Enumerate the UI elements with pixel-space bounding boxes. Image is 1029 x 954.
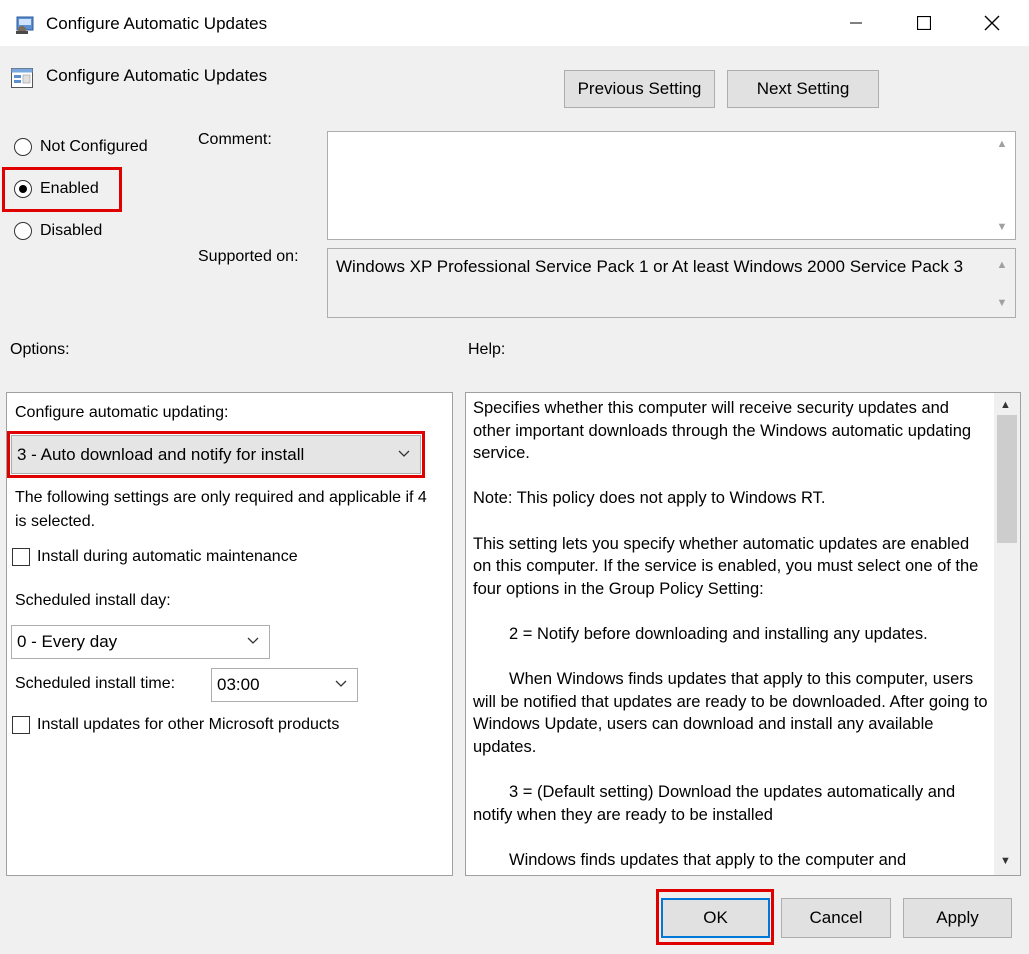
radio-enabled-label: Enabled xyxy=(40,180,99,197)
scroll-up-icon[interactable]: ▲ xyxy=(995,138,1009,150)
policy-app-icon xyxy=(14,12,38,36)
install-during-maintenance-box[interactable] xyxy=(12,548,30,566)
comment-textbox[interactable]: ▲ ▼ xyxy=(327,131,1016,240)
radio-disabled-label: Disabled xyxy=(40,222,103,239)
scroll-down-icon[interactable]: ▼ xyxy=(1000,855,1011,867)
help-scrollbar[interactable]: ▲ ▼ xyxy=(994,393,1020,875)
install-day-dropdown[interactable]: 0 - Every day xyxy=(11,625,270,659)
supported-on-label: Supported on: xyxy=(198,248,299,265)
install-during-maintenance-checkbox[interactable]: Install during automatic maintenance xyxy=(12,548,298,566)
help-paragraph: When Windows finds updates that apply to… xyxy=(473,670,988,756)
radio-not-configured-circle[interactable] xyxy=(14,138,32,156)
radio-not-configured-label: Not Configured xyxy=(40,138,148,155)
help-paragraph: Windows finds updates that apply to the … xyxy=(509,850,907,869)
settings-note: The following settings are only required… xyxy=(15,489,427,530)
help-panel: Specifies whether this computer will rec… xyxy=(465,392,1021,876)
configure-updating-dropdown[interactable]: 3 - Auto download and notify for install xyxy=(11,435,421,474)
radio-not-configured[interactable]: Not Configured xyxy=(14,138,148,156)
install-day-value: 0 - Every day xyxy=(17,632,118,651)
install-during-maintenance-label: Install during automatic maintenance xyxy=(37,548,298,565)
ok-button[interactable]: OK xyxy=(661,898,770,938)
chevron-down-icon xyxy=(335,680,347,687)
supported-on-scrollbar[interactable]: ▲ ▼ xyxy=(995,249,1009,317)
previous-setting-button[interactable]: Previous Setting xyxy=(564,70,715,108)
radio-enabled[interactable]: Enabled xyxy=(14,180,99,198)
help-text: Specifies whether this computer will rec… xyxy=(473,397,991,875)
radio-disabled-circle[interactable] xyxy=(14,222,32,240)
install-other-products-checkbox[interactable]: Install updates for other Microsoft prod… xyxy=(12,716,339,734)
chevron-down-icon xyxy=(247,637,259,644)
cancel-button[interactable]: Cancel xyxy=(781,898,891,938)
help-paragraph: 2 = Notify before downloading and instal… xyxy=(509,624,928,643)
help-paragraph: 3 = (Default setting) Download the updat… xyxy=(473,783,956,824)
comment-scrollbar[interactable]: ▲ ▼ xyxy=(995,132,1009,239)
close-button[interactable] xyxy=(958,0,1026,46)
install-other-products-box[interactable] xyxy=(12,716,30,734)
scroll-up-icon[interactable]: ▲ xyxy=(995,259,1009,271)
help-paragraph: Specifies whether this computer will rec… xyxy=(473,399,972,463)
install-day-label: Scheduled install day: xyxy=(15,592,171,609)
next-setting-button[interactable]: Next Setting xyxy=(727,70,879,108)
help-paragraph: Note: This policy does not apply to Wind… xyxy=(473,489,826,508)
help-paragraph: This setting lets you specify whether au… xyxy=(473,534,979,598)
install-other-products-label: Install updates for other Microsoft prod… xyxy=(37,716,340,733)
scroll-down-icon[interactable]: ▼ xyxy=(995,221,1009,233)
scroll-down-icon[interactable]: ▼ xyxy=(995,297,1009,309)
chevron-down-icon xyxy=(398,450,410,457)
configure-updating-value: 3 - Auto download and notify for install xyxy=(17,444,305,464)
minimize-button[interactable] xyxy=(822,0,890,46)
apply-button[interactable]: Apply xyxy=(903,898,1012,938)
radio-disabled[interactable]: Disabled xyxy=(14,222,102,240)
install-time-value: 03:00 xyxy=(217,675,260,694)
supported-on-value: Windows XP Professional Service Pack 1 o… xyxy=(336,257,964,276)
maximize-button[interactable] xyxy=(890,0,958,46)
policy-title: Configure Automatic Updates xyxy=(46,66,268,85)
install-time-dropdown[interactable]: 03:00 xyxy=(211,668,358,702)
policy-setting-icon xyxy=(10,66,34,90)
help-scrollbar-thumb[interactable] xyxy=(997,415,1017,543)
supported-on-box: Windows XP Professional Service Pack 1 o… xyxy=(327,248,1016,318)
help-section-label: Help: xyxy=(468,341,506,358)
install-time-label: Scheduled install time: xyxy=(15,675,176,692)
radio-enabled-circle[interactable] xyxy=(14,180,32,198)
maximize-icon xyxy=(917,16,931,30)
configure-updating-label: Configure automatic updating: xyxy=(15,404,229,421)
comment-label: Comment: xyxy=(198,131,272,148)
minimize-icon xyxy=(850,22,862,24)
close-icon xyxy=(984,15,1000,31)
scroll-up-icon[interactable]: ▲ xyxy=(1000,399,1011,411)
options-section-label: Options: xyxy=(10,341,70,358)
window-title: Configure Automatic Updates xyxy=(46,14,268,33)
